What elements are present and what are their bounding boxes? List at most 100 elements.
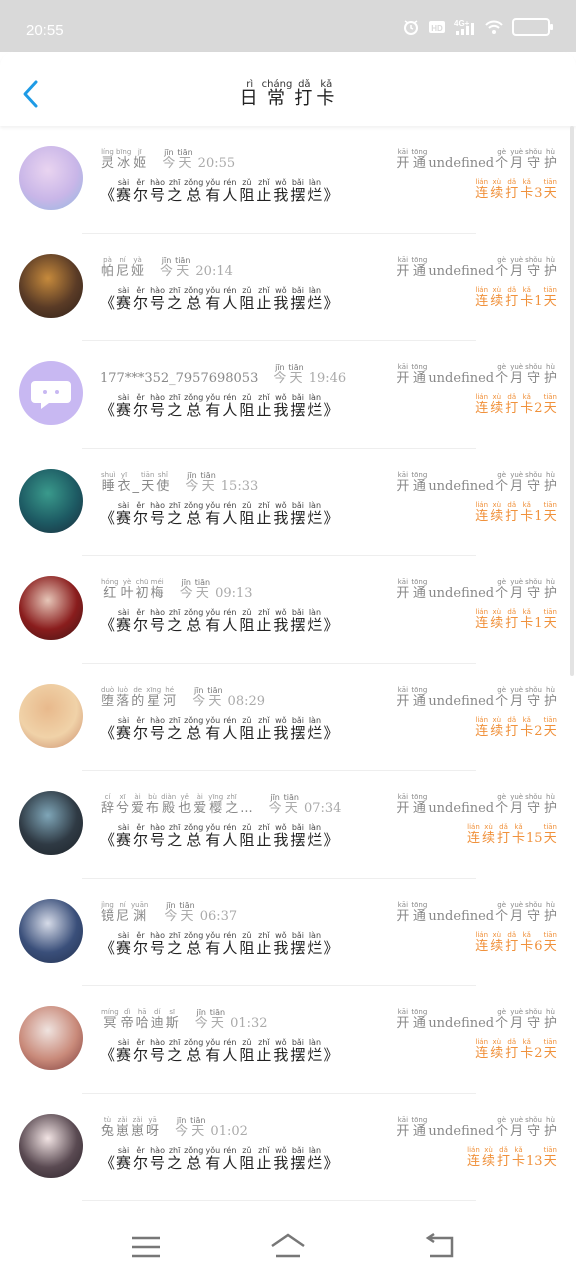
time-value: 19:46	[308, 371, 347, 386]
bracket-close: 》	[323, 293, 339, 312]
hanzi: 续	[490, 186, 504, 201]
ruby-char: zhǐ 止	[256, 823, 271, 849]
bracket-open: 《	[100, 186, 116, 204]
avatar[interactable]	[19, 576, 83, 640]
list-item[interactable]: cí 辞 xī 兮 ài 爱 bù 布 diàn 殿 yě 也 ài 爱 yīng 樱 zhī 之 ... jīn 今…	[0, 771, 576, 879]
hanzi: 有	[205, 723, 221, 742]
return-icon[interactable]	[420, 1230, 460, 1264]
list-item[interactable]: pà 帕 ní 尼 yà 娅 jīn 今 tiān 天 20:14 《 sài 赛 ěr 尔 hào 号 zhī 之 z…	[0, 234, 576, 341]
avatar[interactable]	[19, 146, 83, 210]
hanzi: 总	[186, 1153, 202, 1172]
checkin-time: jīn 今 tiān 天 07:34	[268, 793, 342, 816]
hanzi: 止	[256, 831, 272, 849]
ruby-char: jīn 今	[185, 471, 198, 494]
hanzi: 续	[481, 831, 495, 846]
streak-count: 1	[534, 616, 543, 631]
ruby-char: làn 烂	[307, 286, 322, 312]
hanzi: 冰	[117, 156, 131, 171]
ruby-char: kāi 开	[396, 363, 409, 386]
ruby-char: shǒu 守	[525, 1008, 542, 1031]
hanzi: 天	[284, 801, 298, 816]
ruby-char: chū 初	[136, 578, 149, 601]
streak-count: 3	[534, 186, 543, 201]
hanzi: 阻	[239, 831, 255, 849]
ruby-char: yǒu 有	[205, 608, 220, 634]
checkin-time: jīn 今 tiān 天 01:02	[174, 1116, 248, 1139]
hanzi: 月	[510, 586, 524, 601]
avatar[interactable]	[19, 791, 83, 855]
avatar[interactable]	[19, 468, 83, 533]
hanzi: 个	[495, 801, 509, 816]
ruby-char: zhǐ 止	[256, 501, 271, 527]
user-name: hóng 红 yè 叶 chū 初 méi 梅	[100, 578, 165, 601]
hanzi: 赛	[116, 938, 132, 957]
hanzi: 连	[475, 401, 489, 416]
user-name: duò 堕 luò 落 de 的 xīng 星 hé 河	[100, 686, 177, 709]
hanzi: 人	[222, 831, 238, 849]
ruby-char: rén 人	[222, 393, 237, 419]
ruby-char: zǒng 总	[184, 1038, 203, 1064]
hanzi: 个	[495, 263, 509, 279]
list-item[interactable]: míng 冥 dì 帝 hā 哈 dí 迪 sī 斯 jīn 今 tiān 天 01:32 《 sài 赛 ěr 尔 h…	[0, 986, 576, 1094]
ruby-char: líng 灵	[101, 148, 114, 171]
ruby-char: kāi 开	[396, 901, 409, 924]
ruby-char: kāi 开	[396, 471, 409, 494]
list-item[interactable]: jìng 镜 ní 尼 yuān 渊 jīn 今 tiān 天 06:37 《 sài 赛 ěr 尔 hào 号 z…	[0, 879, 576, 986]
hanzi: 我	[273, 1153, 289, 1172]
ruby-char: wǒ 我	[273, 608, 288, 634]
ruby-char: zhī 之	[167, 716, 182, 742]
menu-icon[interactable]	[126, 1230, 166, 1264]
hanzi: 通	[412, 586, 426, 601]
hanzi: 通	[412, 908, 426, 924]
list-item[interactable]: hóng 红 yè 叶 chū 初 méi 梅 jīn 今 tiān 天 09:13 《 sài 赛 ěr 尔 hà…	[0, 556, 576, 664]
avatar[interactable]	[19, 898, 83, 963]
avatar[interactable]	[19, 253, 83, 318]
ruby-char: kǎ 卡	[520, 608, 533, 631]
checkin-list[interactable]: líng 灵 bīng 冰 jī 姬 jīn 今 tiān 天 20:55 《 sài 赛 ěr 尔 hào 号 z…	[0, 126, 576, 1201]
list-item[interactable]: 177***352_7957698053 jīn 今 tiān 天 19:46 《 sài 赛 ě…	[0, 341, 576, 449]
ruby-char: lián 连	[475, 286, 488, 309]
list-item[interactable]: líng 灵 bīng 冰 jī 姬 jīn 今 tiān 天 20:55 《 sài 赛 ěr 尔 hào 号 z…	[0, 126, 576, 234]
ruby-char: tōng 通	[411, 901, 427, 924]
hanzi: 天	[543, 831, 557, 846]
hanzi: 天	[543, 186, 557, 201]
avatar[interactable]	[19, 683, 83, 748]
status-bar: 20:55 HD 4G+	[0, 0, 576, 52]
hanzi: 常	[267, 88, 287, 109]
hanzi: 开	[396, 586, 410, 601]
hanzi: 尼	[116, 263, 130, 279]
ruby-char: zhī 之	[167, 823, 182, 849]
ruby-char: sài 赛	[116, 1038, 131, 1064]
hanzi: 叶	[120, 586, 134, 601]
ruby-char: ěr 尔	[133, 931, 148, 957]
undefined-value: undefined	[428, 1123, 495, 1139]
ruby-char: hù 护	[544, 148, 557, 171]
4g-signal-icon: 4G+	[454, 19, 474, 35]
ruby-char: de 的	[131, 686, 144, 709]
avatar[interactable]	[19, 1113, 83, 1178]
hanzi: 帝	[120, 1016, 134, 1031]
home-icon[interactable]	[268, 1230, 308, 1264]
list-item[interactable]: duò 堕 luò 落 de 的 xīng 星 hé 河 jīn 今 tiān 天 08:29 《 sài 赛 ěr…	[0, 664, 576, 771]
hanzi: 护	[543, 478, 557, 494]
ruby-char: tiān 天	[544, 716, 557, 739]
hanzi: 卡	[520, 186, 534, 201]
hanzi: 我	[273, 831, 289, 849]
ruby-char: zǎi 崽	[116, 1116, 129, 1139]
ruby-char: rì 日	[240, 80, 260, 109]
ruby-char: wǒ 我	[273, 1146, 288, 1172]
ruby-char: kǎ 卡	[520, 393, 533, 416]
avatar[interactable]	[19, 361, 83, 425]
list-item[interactable]: shuì 睡 yī 衣 _ tiān 天 shǐ 使 jīn 今 tiān 天 15:33 《 sài 赛 ěr…	[0, 449, 576, 556]
streak-count: 1	[534, 508, 543, 524]
user-name: shuì 睡 yī 衣 _ tiān 天 shǐ 使	[100, 471, 170, 494]
hanzi: 赛	[116, 723, 132, 742]
hanzi: 烂	[307, 723, 323, 742]
hanzi: 通	[412, 478, 426, 494]
avatar[interactable]	[19, 1006, 83, 1070]
ruby-char: zhī 之	[167, 931, 182, 957]
streak-badge: lián 连 xù 续 dǎ 打 kǎ 卡 2 tiān 天	[474, 1038, 558, 1061]
scrollbar[interactable]	[570, 126, 574, 676]
list-item[interactable]: tù 兔 zǎi 崽 zǎi 崽 yā 呀 jīn 今 tiān 天 01:02 《 sài 赛 ěr 尔 hào 号…	[0, 1094, 576, 1201]
hanzi: 睡	[101, 478, 115, 494]
